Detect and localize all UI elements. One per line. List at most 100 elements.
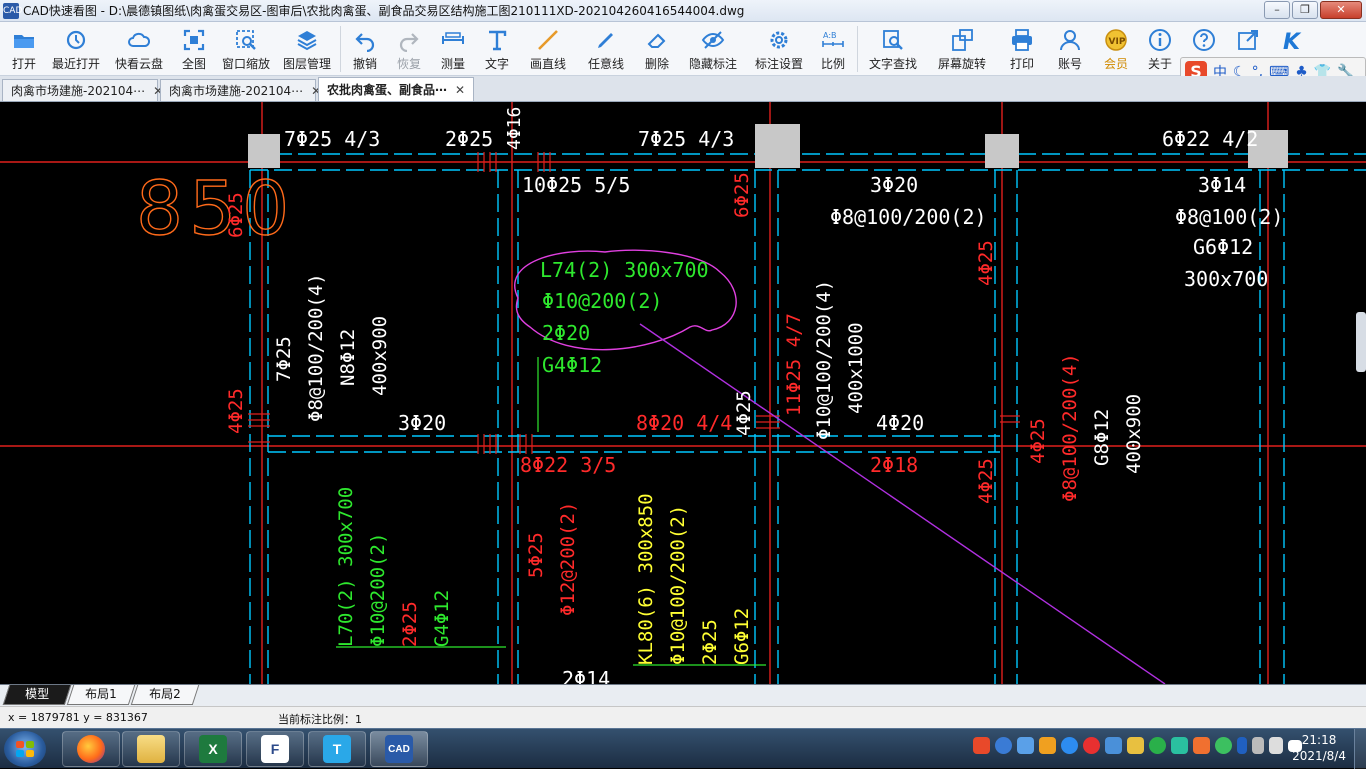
doc-tab-2[interactable]: 肉禽市场建施-202104⋯ ✕	[160, 79, 321, 101]
doc-tab-3[interactable]: 农批肉禽蛋、副食品⋯ ✕	[318, 77, 474, 101]
app-icon: CAD	[3, 2, 22, 19]
beam-label: G6Φ12	[731, 608, 753, 665]
folder-icon	[137, 735, 165, 763]
maximize-button[interactable]: ❐	[1292, 1, 1318, 19]
column	[985, 134, 1019, 168]
drawing-canvas[interactable]: 850 7Φ25 4/3 2Φ25 4Φ16 7Φ25 4/3 6Φ22 4/2…	[0, 102, 1366, 684]
firefox-icon	[77, 735, 105, 763]
taskbar-cad[interactable]: CAD	[370, 731, 428, 767]
tray-icon[interactable]	[1149, 737, 1166, 754]
rebar-label: 6Φ25	[225, 192, 247, 238]
vip-button[interactable]: VIP 会员	[1094, 22, 1138, 76]
doc-tab-1[interactable]: 肉禽市场建施-202104⋯ ✕	[2, 79, 163, 101]
battery-icon[interactable]	[1252, 737, 1264, 754]
rebar-label: Φ12@200(2)	[557, 502, 579, 616]
find-text-button[interactable]: 文字查找	[860, 22, 926, 76]
taskbar-firefox[interactable]	[62, 731, 120, 767]
taskbar-excel[interactable]: X	[184, 731, 242, 767]
show-desktop-button[interactable]	[1354, 729, 1366, 769]
toolbar-separator	[340, 26, 341, 72]
draw-line-button[interactable]: 画直线	[519, 22, 577, 76]
rotate-screen-button[interactable]: 屏幕旋转	[926, 22, 998, 76]
sogou-tray-icon[interactable]	[973, 737, 990, 754]
info-icon	[1148, 28, 1172, 52]
minimize-button[interactable]: –	[1264, 1, 1290, 19]
rebar-label: 3Φ20	[398, 411, 446, 435]
recent-button[interactable]: 最近打开	[46, 22, 106, 76]
text-t-icon	[485, 28, 509, 52]
wechat-tray-icon[interactable]	[1215, 737, 1232, 754]
search-icon	[881, 28, 905, 52]
rebar-label: 7Φ25	[273, 336, 295, 382]
export-icon	[1236, 28, 1260, 52]
bluetooth-icon[interactable]	[1237, 737, 1247, 754]
rebar-label: 400x900	[369, 316, 391, 396]
beam-label: 2Φ25	[699, 619, 721, 665]
rebar-label: 2Φ25	[399, 601, 421, 647]
print-button[interactable]: 打印	[998, 22, 1046, 76]
window-zoom-button[interactable]: 窗口缩放	[216, 22, 276, 76]
tray-icon[interactable]	[1039, 737, 1056, 754]
line-icon	[536, 28, 560, 52]
beam-label: KL80(6) 300x850	[635, 493, 657, 665]
tray-icon[interactable]	[1061, 737, 1078, 754]
tray-icon[interactable]	[1105, 737, 1122, 754]
rebar-label: 2Φ14	[562, 667, 610, 684]
tab-layout2[interactable]: 布局2	[130, 685, 200, 705]
rebar-label: Φ8@100/200(4)	[1059, 353, 1081, 502]
cloud-disk-button[interactable]: 快看云盘	[106, 22, 172, 76]
app-f-icon: F	[261, 735, 289, 763]
section-number: 850	[136, 166, 295, 252]
open-button[interactable]: 打开	[2, 22, 46, 76]
full-view-button[interactable]: 全图	[172, 22, 216, 76]
rebar-label: Φ8@100(2)	[1175, 205, 1283, 229]
tray-icon[interactable]	[1171, 737, 1188, 754]
rebar-label: 4Φ25	[733, 390, 755, 436]
layer-manager-button[interactable]: 图层管理	[276, 22, 338, 76]
tab-model[interactable]: 模型	[2, 685, 72, 705]
hide-annotation-button[interactable]: 隐藏标注	[679, 22, 747, 76]
redo-icon	[397, 28, 421, 52]
rebar-label: 8Φ22 3/5	[520, 453, 616, 477]
annotation-settings-button[interactable]: 标注设置	[747, 22, 811, 76]
rebar-label: Φ10@100/200(4)	[813, 280, 835, 440]
rebar-label: 5Φ25	[525, 532, 547, 578]
vertical-scrollbar[interactable]	[1356, 312, 1366, 372]
undo-button[interactable]: 撤销	[343, 22, 387, 76]
help-tray-icon[interactable]	[995, 737, 1012, 754]
close-tab-icon[interactable]: ✕	[455, 83, 465, 97]
rebar-label: N8Φ12	[337, 329, 359, 386]
rebar-label: 4Φ20	[876, 411, 924, 435]
fullscreen-icon	[182, 28, 206, 52]
delete-button[interactable]: 删除	[635, 22, 679, 76]
taskbar-app-t[interactable]: T	[308, 731, 366, 767]
start-button[interactable]	[4, 731, 46, 767]
clock[interactable]: 21:18 2021/8/4	[1292, 732, 1346, 764]
tray-icon[interactable]	[1127, 737, 1144, 754]
redo-button[interactable]: 恢复	[387, 22, 431, 76]
measure-button[interactable]: 测量	[431, 22, 475, 76]
scale-icon: A:B	[821, 28, 845, 52]
volume-mute-icon[interactable]	[1269, 737, 1283, 754]
rebar-label: 3Φ14	[1198, 173, 1246, 197]
account-button[interactable]: 账号	[1046, 22, 1094, 76]
cursor-coordinates: x = 1879781 y = 831367	[8, 711, 148, 724]
text-button[interactable]: 文字	[475, 22, 519, 76]
tab-layout1[interactable]: 布局1	[66, 685, 136, 705]
toolbar-separator	[857, 26, 858, 72]
freehand-button[interactable]: 任意线	[577, 22, 635, 76]
tray-icon[interactable]	[1017, 737, 1034, 754]
close-button[interactable]: ✕	[1320, 1, 1362, 19]
tray-icon[interactable]	[1193, 737, 1210, 754]
beam-label: Φ10@100/200(2)	[667, 505, 689, 665]
tray-icon[interactable]	[1083, 737, 1100, 754]
taskbar-explorer[interactable]	[122, 731, 180, 767]
main-toolbar: 打开 最近打开 快看云盘 全图 窗口缩放 图层管理 撤销 恢复 测量 文字 画直…	[0, 22, 1366, 76]
status-bar: x = 1879781 y = 831367 当前标注比例：1	[0, 706, 1366, 728]
rebar-label: Φ8@100/200(2)	[830, 205, 987, 229]
svg-text:K: K	[1283, 30, 1302, 52]
taskbar-app-f[interactable]: F	[246, 731, 304, 767]
scale-button[interactable]: A:B 比例	[811, 22, 855, 76]
about-button[interactable]: 关于	[1138, 22, 1182, 76]
window-title: CAD快速看图 - D:\晨德镇图纸\肉禽蛋交易区-图审后\农批肉禽蛋、副食品交…	[23, 4, 745, 18]
